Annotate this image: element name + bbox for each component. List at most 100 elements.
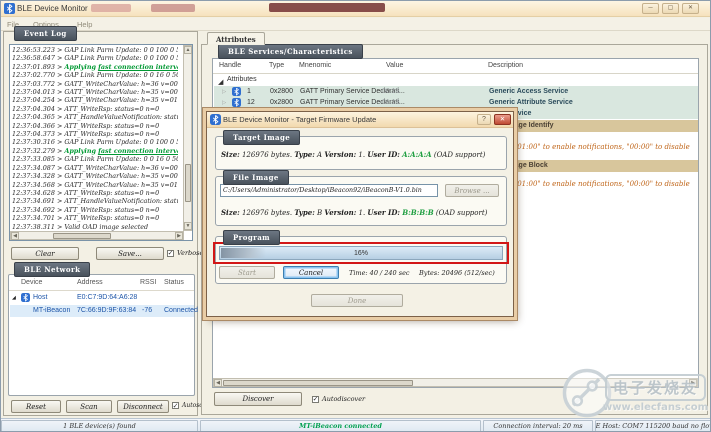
- beacon-address: 7C:66:9D:9F:63:84: [77, 307, 136, 314]
- log-line: 12:37:34.628 > ATT_WriteRsp: status=0 n=…: [12, 189, 178, 197]
- tree-root-label: Attributes: [227, 76, 257, 83]
- scroll-right-icon[interactable]: ▶: [689, 379, 697, 387]
- event-log-area: 12:36:53.223 > GAP Link Parm Update: 0 0…: [9, 44, 193, 241]
- redaction-blob: [151, 4, 195, 12]
- header-divider: [213, 73, 698, 74]
- scroll-right-icon[interactable]: ▶: [175, 232, 183, 240]
- verbose-checkbox[interactable]: ✓ Verbose: [167, 249, 203, 257]
- log-line: 12:37:32.279 > Applying fast connection …: [12, 147, 178, 155]
- log-vscroll-thumb[interactable]: [185, 164, 191, 202]
- done-button[interactable]: Done: [311, 294, 403, 307]
- device-host[interactable]: Host: [33, 294, 47, 301]
- progress-percent: 16%: [220, 250, 502, 257]
- services-hscroll-thumb[interactable]: [223, 380, 413, 386]
- log-vscrollbar[interactable]: ▲ ▼: [183, 45, 192, 231]
- col-address: Address: [77, 279, 103, 286]
- service-row[interactable]: ▷10x2800GATT Primary Service Declarati..…: [214, 86, 698, 97]
- device-mt-ibeacon[interactable]: MT-iBeacon: [33, 307, 70, 314]
- log-line: 12:37:34.692 > ATT_WriteRsp: status=0 n=…: [12, 206, 178, 214]
- col-description: Description: [488, 62, 523, 69]
- menu-help[interactable]: Help: [77, 20, 92, 29]
- title-bar[interactable]: BLE Device Monitor ─ ▢ ✕: [1, 1, 711, 17]
- cell-type: 0x2800: [270, 88, 293, 95]
- ble-network-group-label: BLE Network: [14, 262, 90, 277]
- note-text: "01:00" to enable notifications, "00:00"…: [514, 180, 690, 188]
- firmware-update-dialog: BLE Device Monitor - Target Firmware Upd…: [206, 111, 514, 317]
- expand-arrow-icon[interactable]: ◢: [218, 78, 223, 86]
- note-text: "01:00" to enable notifications, "00:00"…: [514, 143, 690, 151]
- help-button[interactable]: ?: [477, 114, 491, 125]
- maximize-button[interactable]: ▢: [662, 3, 679, 14]
- log-line: 12:37:30.316 > GAP Link Parm Update: 0 0…: [12, 138, 178, 146]
- log-line: 12:37:34.568 > GATT_WriteCharValue: h=35…: [12, 181, 178, 189]
- log-line: 12:37:04.254 > GATT_WriteCharValue: h=35…: [12, 96, 178, 104]
- disconnect-button[interactable]: Disconnect: [117, 400, 169, 413]
- start-button[interactable]: Start: [219, 266, 275, 279]
- clear-button[interactable]: Clear: [11, 247, 79, 260]
- col-rssi: RSSI: [140, 279, 156, 286]
- scroll-up-icon[interactable]: ▲: [184, 46, 192, 54]
- bluetooth-app-icon: [4, 3, 15, 14]
- log-line: 12:37:04.013 > GATT_WriteCharValue: h=35…: [12, 88, 178, 96]
- tree-root-row[interactable]: ◢ Attributes: [214, 75, 698, 86]
- ble-device-monitor-window: BLE Device Monitor ─ ▢ ✕ File Options He…: [0, 0, 711, 432]
- time-text: Time: 40 / 240 sec: [349, 269, 410, 277]
- menu-bar: File Options Help: [1, 18, 711, 31]
- log-line: 12:37:04.304 > ATT_WriteRsp: status=0 n=…: [12, 105, 178, 113]
- status-devices-found: 1 BLE device(s) found: [1, 420, 198, 432]
- checkbox-check-icon: ✓: [167, 250, 174, 257]
- minimize-button[interactable]: ─: [642, 3, 659, 14]
- services-group-label: BLE Services/Characteristics: [218, 44, 363, 59]
- redaction-blob: [91, 4, 131, 12]
- log-hscroll-thumb[interactable]: [53, 233, 111, 239]
- scroll-left-icon[interactable]: ◀: [214, 379, 222, 387]
- status-interval: Connection interval: 20 ms: [483, 420, 593, 432]
- dialog-close-button[interactable]: ✕: [494, 114, 511, 125]
- log-line: 12:37:34.691 > ATT_HandleValueNotificati…: [12, 197, 178, 205]
- scroll-left-icon[interactable]: ◀: [11, 232, 19, 240]
- services-hscrollbar[interactable]: ◀ ▶: [213, 378, 698, 387]
- left-panel: Event Log 12:36:53.223 > GAP Link Parm U…: [3, 31, 198, 416]
- verbose-label: Verbose: [177, 249, 203, 257]
- cell-description: Generic Access Service: [489, 88, 568, 95]
- dialog-title-bar[interactable]: BLE Device Monitor - Target Firmware Upd…: [207, 112, 513, 128]
- log-line: 12:37:02.770 > GAP Link Parm Update: 0 0…: [12, 71, 178, 79]
- expand-arrow-icon[interactable]: ▷: [222, 89, 226, 95]
- log-hscrollbar[interactable]: ◀ ▶: [10, 231, 184, 240]
- redaction-blob: [269, 3, 385, 12]
- log-line: 12:37:04.365 > ATT_HandleValueNotificati…: [12, 113, 178, 121]
- col-device: Device: [21, 279, 42, 286]
- service-row[interactable]: ▷120x2800GATT Primary Service Declarati.…: [214, 97, 698, 108]
- status-bar: 1 BLE device(s) found MT-iBeacon connect…: [1, 418, 711, 432]
- expand-arrow-icon[interactable]: ▷: [222, 100, 226, 106]
- log-line: 12:37:04.373 > ATT_WriteRsp: status=0 n=…: [12, 130, 178, 138]
- expand-arrow-icon[interactable]: ◢: [12, 295, 16, 301]
- beacon-status: Connected: [164, 307, 198, 314]
- ble-network-table: Device Address RSSI Status ◢ Host E0:C7:…: [8, 274, 195, 396]
- cell-description: Generic Attribute Service: [489, 99, 573, 106]
- file-image-label: File Image: [223, 170, 289, 185]
- target-image-label: Target Image: [223, 130, 300, 145]
- cell-value: 00:18: [382, 88, 400, 95]
- file-image-info: Size: 126976 bytes. Type: B Version: 1. …: [221, 208, 487, 217]
- autodiscover-checkbox[interactable]: ✓ Autodiscover: [312, 395, 365, 403]
- bluetooth-icon: [210, 114, 221, 125]
- log-line: 12:36:53.223 > GAP Link Parm Update: 0 0…: [12, 46, 178, 54]
- scroll-down-icon[interactable]: ▼: [184, 222, 192, 230]
- log-line: 12:37:33.085 > GAP Link Parm Update: 0 0…: [12, 155, 178, 163]
- cell-handle: 1: [247, 88, 251, 95]
- save-button[interactable]: Save...: [96, 247, 164, 260]
- discover-button[interactable]: Discover: [214, 392, 302, 406]
- log-line: 12:37:38.311 > Valid OAD image selected: [12, 223, 178, 231]
- reset-button[interactable]: Reset: [11, 400, 61, 413]
- cell-value: 01:18: [382, 99, 400, 106]
- checkbox-check-icon: ✓: [172, 402, 179, 409]
- browse-button[interactable]: Browse ...: [445, 184, 499, 197]
- log-line: 12:37:34.087 > GATT_WriteCharValue: h=36…: [12, 164, 178, 172]
- tab-attributes[interactable]: Attributes: [207, 32, 265, 45]
- cancel-button[interactable]: Cancel: [283, 266, 339, 279]
- scan-button[interactable]: Scan: [66, 400, 112, 413]
- file-path-input[interactable]: C:/Users/Administrator/Desktop/iBeacon92…: [220, 184, 438, 197]
- autodiscover-label: Autodiscover: [322, 395, 365, 403]
- close-button[interactable]: ✕: [682, 3, 699, 14]
